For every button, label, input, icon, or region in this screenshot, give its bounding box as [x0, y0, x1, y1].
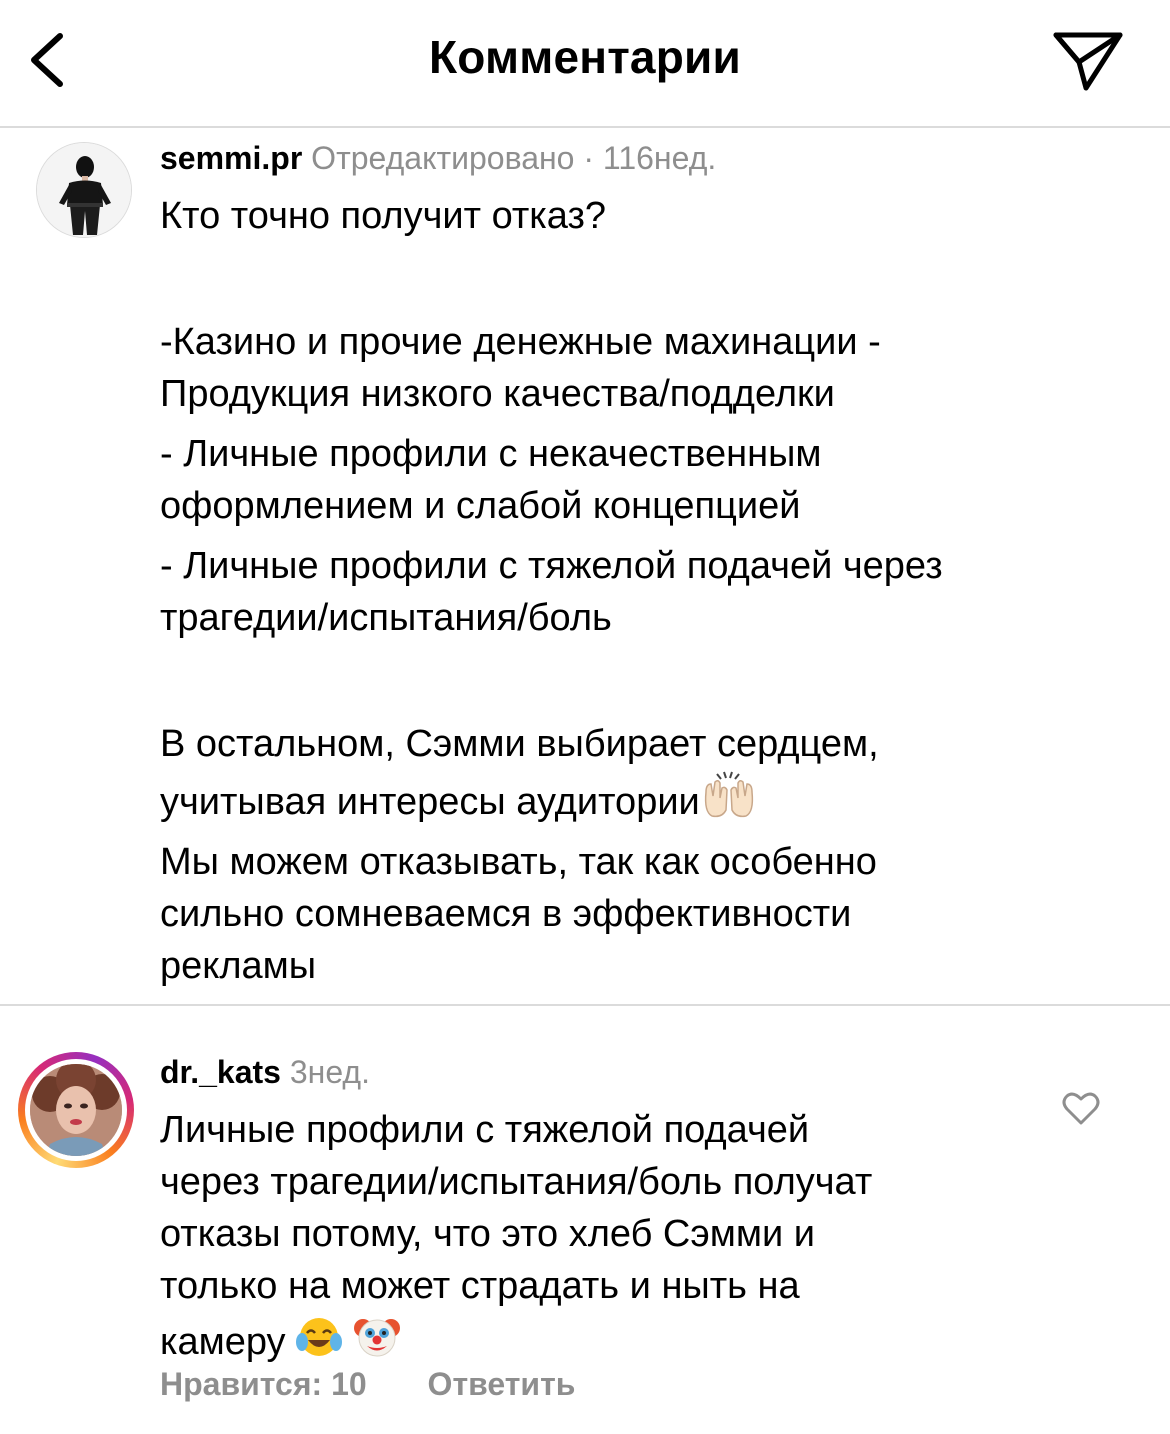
comment-username[interactable]: dr._kats [160, 1054, 281, 1090]
share-button[interactable] [1050, 28, 1126, 94]
text-line: отказы потому, что это хлеб Сэмми и [160, 1213, 815, 1255]
page-title: Комментарии [429, 31, 741, 83]
comment-actions: Нравится: 10 Ответить [160, 1366, 575, 1403]
text-line: сильно сомневаемся в эффективности [160, 893, 852, 935]
text-line: только на может страдать и ныть на [160, 1265, 800, 1307]
comment-meta: semmi.pr Отредактировано · 116нед. [160, 140, 716, 177]
comment-time: 3нед. [289, 1054, 370, 1090]
raising-hands-emoji [704, 771, 753, 818]
clown-face-emoji [353, 1319, 400, 1357]
text-line: трагедии/испытания/боль [160, 597, 612, 639]
avatar[interactable] [36, 142, 132, 238]
tears-of-joy-emoji [296, 1318, 343, 1356]
paper-plane-icon [1053, 32, 1123, 91]
edited-label: Отредактировано [311, 140, 575, 176]
text-line: учитывая интересы аудитории [160, 770, 1100, 828]
text-line: Мы можем отказывать, так как особенно [160, 841, 877, 883]
avatar[interactable] [25, 1059, 127, 1161]
reply-comment: dr._kats 3нед. Личные профили с тяжелой … [0, 1006, 1170, 1434]
person-photo-icon [37, 143, 131, 237]
person-photo-icon [30, 1064, 122, 1156]
meta-separator: · [583, 140, 595, 176]
comment-time: 116нед. [602, 140, 717, 176]
comment-meta: dr._kats 3нед. [160, 1054, 370, 1091]
text-line: Кто точно получит отказ? [160, 195, 607, 237]
text-line-content: камеру [160, 1321, 286, 1363]
reply-button[interactable]: Ответить [428, 1366, 576, 1402]
text-line: камеру [160, 1312, 1100, 1368]
text-line-content: учитывая интересы аудитории [160, 781, 700, 823]
likes-count[interactable]: Нравится: 10 [160, 1366, 367, 1402]
top-bar: Комментарии [0, 0, 1170, 128]
text-line: - Личные профили с некачественным [160, 433, 822, 475]
reply-text: Личные профили с тяжелой подачей через т… [160, 1104, 1100, 1368]
comment-username[interactable]: semmi.pr [160, 140, 302, 176]
text-line: через трагедии/испытания/боль получат [160, 1161, 873, 1203]
text-line: В остальном, Сэмми выбирает сердцем, [160, 723, 879, 765]
text-line: рекламы [160, 945, 317, 987]
text-line: оформлением и слабой концепцией [160, 485, 801, 527]
caption-comment: semmi.pr Отредактировано · 116нед. Кто т… [0, 128, 1170, 1006]
caption-text: Кто точно получит отказ? -Казино и прочи… [160, 190, 1100, 992]
text-line: - Личные профили с тяжелой подачей через [160, 545, 943, 587]
text-line: Продукция низкого качества/подделки [160, 373, 835, 415]
text-line: Личные профили с тяжелой подачей [160, 1109, 810, 1151]
text-line: -Казино и прочие денежные махинации - [160, 321, 881, 363]
